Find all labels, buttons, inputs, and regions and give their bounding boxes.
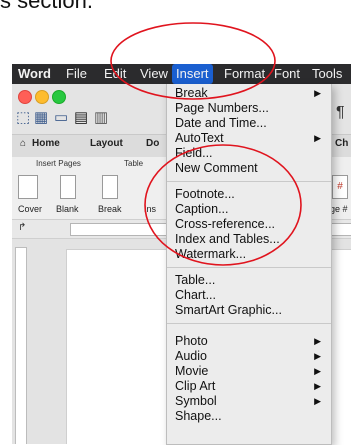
menu-item-field[interactable]: Field...	[175, 146, 323, 161]
menu-item-label: Audio	[175, 349, 207, 363]
caption-fragment: s section.	[0, 0, 93, 13]
tab-home[interactable]: Home	[32, 138, 60, 149]
menu-bar: Word File Edit View Insert Format Font T…	[12, 64, 351, 84]
submenu-arrow-icon: ▶	[314, 351, 321, 361]
menu-item-label: AutoText	[175, 131, 224, 145]
submenu-arrow-icon: ▶	[314, 133, 321, 143]
menu-item-label: Footnote...	[175, 187, 235, 201]
menu-format[interactable]: Format	[224, 66, 265, 81]
tab-stop-icon[interactable]: ↱	[18, 222, 26, 233]
menu-insert[interactable]: Insert	[172, 64, 213, 84]
menu-item-date-and-time[interactable]: Date and Time...	[175, 116, 323, 131]
submenu-arrow-icon: ▶	[314, 396, 321, 406]
zoom-window-button[interactable]	[52, 90, 66, 104]
menu-item-symbol[interactable]: Symbol ▶	[175, 394, 323, 409]
menu-item-label: Watermark...	[175, 247, 247, 261]
cover-page-icon[interactable]	[18, 175, 38, 199]
menu-item-label: Chart...	[175, 288, 216, 302]
page-number-icon[interactable]: #	[332, 175, 348, 199]
menu-item-cross-reference[interactable]: Cross-reference...	[175, 217, 323, 232]
menu-item-shape[interactable]: Shape...	[175, 409, 323, 424]
menu-separator	[167, 267, 331, 268]
menu-item-audio[interactable]: Audio ▶	[175, 349, 323, 364]
menu-item-label: Cross-reference...	[175, 217, 276, 231]
show-formatting-icon[interactable]: ¶	[336, 104, 345, 122]
menu-item-label: Page Numbers...	[175, 101, 269, 115]
menu-item-label: Field...	[175, 146, 213, 160]
menu-item-smartart-graphic[interactable]: SmartArt Graphic...	[175, 303, 323, 318]
page-number-button-label[interactable]: ge #	[330, 204, 348, 214]
menu-app-word[interactable]: Word	[18, 66, 51, 81]
submenu-arrow-icon: ▶	[314, 381, 321, 391]
menu-item-label: Photo	[175, 334, 208, 348]
menu-edit[interactable]: Edit	[104, 66, 126, 81]
close-window-button[interactable]	[18, 90, 32, 104]
break-button-label[interactable]: Break	[98, 204, 122, 214]
template-gallery-icon[interactable]: ▦	[34, 108, 48, 126]
insert-button-label[interactable]: Ins	[144, 204, 156, 214]
menu-item-table[interactable]: Table...	[175, 273, 323, 288]
menu-item-label: Caption...	[175, 202, 229, 216]
menu-item-photo[interactable]: Photo ▶	[175, 334, 323, 349]
page-break-icon[interactable]	[102, 175, 118, 199]
home-icon[interactable]: ⌂	[20, 138, 26, 149]
blank-button-label[interactable]: Blank	[56, 204, 79, 214]
submenu-arrow-icon: ▶	[314, 88, 321, 98]
menu-item-label: Table...	[175, 273, 216, 287]
menu-item-index-and-tables[interactable]: Index and Tables...	[175, 232, 323, 247]
cover-button-label[interactable]: Cover	[18, 204, 42, 214]
menu-item-label: Break	[175, 86, 208, 100]
paint-icon[interactable]: ⬚	[16, 108, 30, 126]
menu-item-label: Clip Art	[175, 379, 216, 393]
tab-charts[interactable]: Ch	[335, 138, 348, 149]
menu-tools[interactable]: Tools	[312, 66, 342, 81]
menu-file[interactable]: File	[66, 66, 87, 81]
menu-item-movie[interactable]: Movie ▶	[175, 364, 323, 379]
menu-item-watermark[interactable]: Watermark...	[175, 247, 323, 262]
open-folder-icon[interactable]: ▭	[54, 108, 68, 126]
menu-item-label: New Comment	[175, 161, 258, 175]
group-label-table: Table	[124, 159, 144, 168]
tab-document[interactable]: Do	[146, 138, 159, 149]
menu-item-label: SmartArt Graphic...	[175, 303, 282, 317]
menu-item-new-comment[interactable]: New Comment	[175, 161, 323, 176]
menu-view[interactable]: View	[140, 66, 168, 81]
menu-item-label: Movie	[175, 364, 209, 378]
minimize-window-button[interactable]	[35, 90, 49, 104]
menu-item-label: Symbol	[175, 394, 217, 408]
menu-item-label: Index and Tables...	[175, 232, 280, 246]
menu-item-autotext[interactable]: AutoText ▶	[175, 131, 323, 146]
menu-separator	[167, 323, 331, 324]
print-icon[interactable]: ▥	[94, 108, 108, 126]
blank-page-icon[interactable]	[60, 175, 76, 199]
group-label-insert-pages: Insert Pages	[36, 159, 81, 168]
menu-item-label: Date and Time...	[175, 116, 267, 130]
submenu-arrow-icon: ▶	[314, 336, 321, 346]
submenu-arrow-icon: ▶	[314, 366, 321, 376]
menu-item-caption[interactable]: Caption...	[175, 202, 323, 217]
menu-item-clip-art[interactable]: Clip Art ▶	[175, 379, 323, 394]
menu-item-break[interactable]: Break ▶	[175, 86, 323, 101]
menu-item-footnote[interactable]: Footnote...	[175, 187, 323, 202]
menu-item-chart[interactable]: Chart...	[175, 288, 323, 303]
menu-item-label: Shape...	[175, 409, 222, 423]
save-icon[interactable]: ▤	[74, 108, 88, 126]
vertical-ruler	[15, 247, 27, 444]
insert-menu-dropdown: Break ▶ Page Numbers... Date and Time... …	[166, 84, 332, 445]
menu-font[interactable]: Font	[274, 66, 300, 81]
menu-separator	[167, 181, 331, 182]
menu-item-page-numbers[interactable]: Page Numbers...	[175, 101, 323, 116]
tab-layout[interactable]: Layout	[90, 138, 123, 149]
